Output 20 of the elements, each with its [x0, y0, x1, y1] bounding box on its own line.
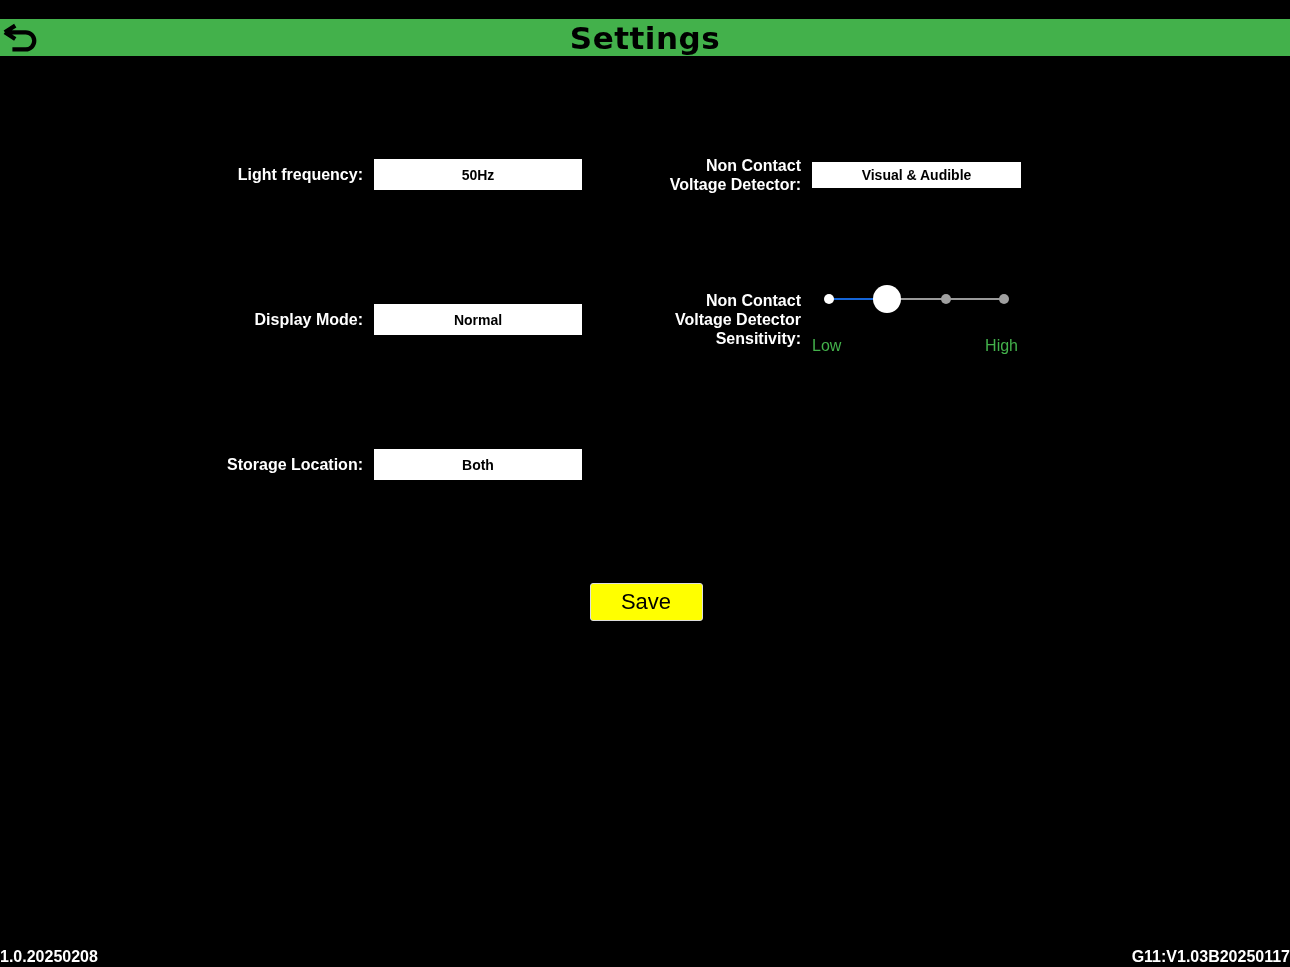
slider-step-dot [824, 293, 834, 304]
firmware-version: G11:V1.03B20250117 [1131, 947, 1290, 966]
slider-step-dot [940, 293, 951, 304]
app-version: 1.0.20250208 [0, 947, 98, 966]
setting-label: Display Mode: [253, 310, 363, 329]
dropdown-field[interactable]: 50Hz [374, 159, 582, 190]
setting-label: Light frequency: [236, 165, 363, 184]
dropdown-field[interactable]: Both [374, 449, 582, 480]
slider-thumb[interactable] [873, 284, 902, 313]
setting-label: Storage Location: [226, 455, 363, 474]
dropdown-field[interactable]: Normal [374, 304, 582, 335]
low-label: Low [812, 336, 842, 355]
page-title: Settings [569, 19, 721, 56]
back-icon[interactable] [1, 23, 39, 53]
save-button[interactable]: Save [589, 583, 703, 621]
setting-label: Non Contact Voltage Detector: [668, 155, 801, 194]
dropdown-field[interactable]: Visual & Audible [812, 161, 1021, 188]
high-label: High [985, 336, 1018, 355]
setting-label: Non Contact Voltage Detector Sensitivity: [674, 291, 801, 348]
slider-step-dot [999, 293, 1009, 304]
